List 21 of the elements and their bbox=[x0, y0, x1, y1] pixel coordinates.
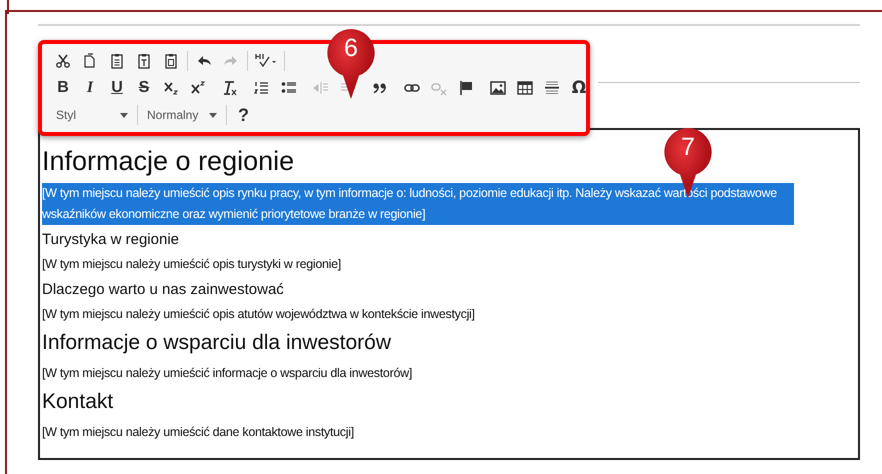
strike-button[interactable]: S bbox=[133, 76, 155, 99]
heading: Informacje o regionie bbox=[42, 146, 294, 177]
bold-button[interactable]: B bbox=[52, 76, 74, 99]
paragraph: [W tym miejscu należy umieścić informacje o wsparciu dla inwestorów] bbox=[42, 365, 412, 382]
heading: Informacje o wsparciu dla inwestorów bbox=[42, 331, 391, 355]
caret-icon bbox=[120, 112, 128, 118]
paragraph: [W tym miejscu należy umieścić opis turystyki w regionie] bbox=[42, 256, 341, 273]
style-dropdown[interactable]: Styl bbox=[52, 104, 132, 126]
heading: Kontakt bbox=[42, 390, 114, 414]
special-character-button[interactable]: Ω bbox=[568, 76, 590, 99]
help-button[interactable]: ? bbox=[232, 104, 255, 126]
underline-button[interactable]: U bbox=[106, 76, 128, 99]
format-dropdown[interactable]: Normalny bbox=[143, 104, 221, 126]
paragraph: [W tym miejscu należy umieścić dane kontaktowe instytucji] bbox=[42, 424, 354, 441]
caret-icon bbox=[209, 112, 217, 118]
heading: Dlaczego warto u nas zainwestować bbox=[42, 281, 284, 298]
editor-area[interactable] bbox=[38, 128, 860, 460]
callout-tooltip: 6 bbox=[326, 28, 376, 100]
paragraph: [W tym miejscu należy umieścić opis atutów województwa w kontekście inwestycji] bbox=[42, 306, 475, 323]
italic-button[interactable]: I bbox=[79, 76, 101, 99]
heading: Turystyka w regionie bbox=[42, 231, 179, 248]
